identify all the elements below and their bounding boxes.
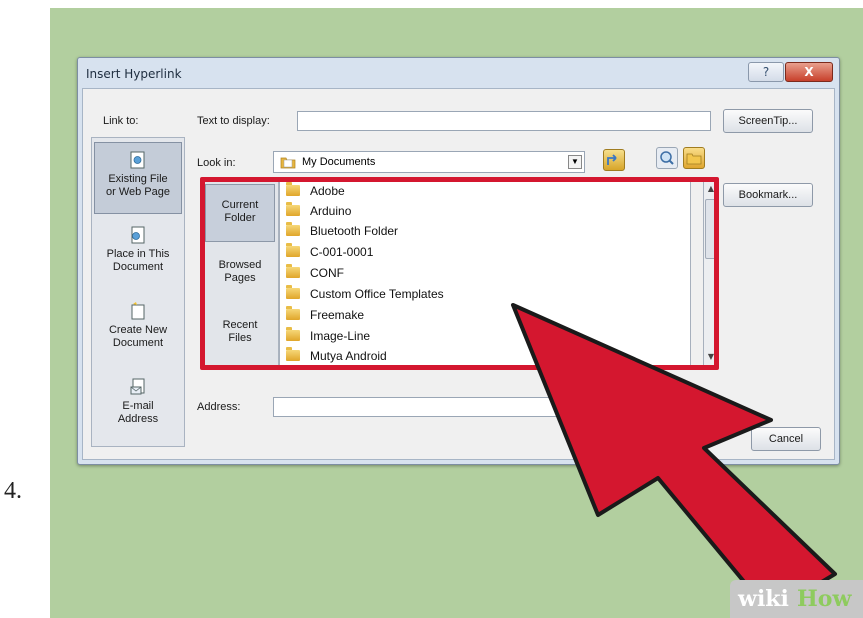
cursor-arrow-icon (511, 303, 837, 615)
illustration-area: Insert Hyperlink ? X Link to: Existing F… (50, 8, 863, 618)
watermark-how-text: How (797, 586, 852, 612)
step-number: 4. (4, 478, 22, 504)
watermark-wiki-text: wiki (738, 586, 789, 612)
